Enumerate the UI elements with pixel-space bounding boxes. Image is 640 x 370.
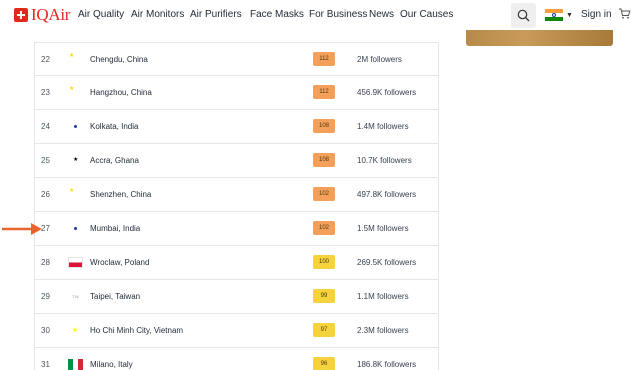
rank-number: 25 xyxy=(41,156,50,165)
city-link[interactable]: Wroclaw, Poland xyxy=(90,258,149,267)
city-link[interactable]: Hangzhou, China xyxy=(90,88,152,97)
followers-count: 497.8K followers xyxy=(357,190,417,199)
cart-icon[interactable] xyxy=(618,7,631,20)
table-row[interactable]: 27 Mumbai, India 102 1.5M followers xyxy=(35,212,438,246)
table-row[interactable]: 22 Chengdu, China 112 2M followers xyxy=(35,42,438,76)
logo-text: IQAir xyxy=(31,6,70,23)
rank-number: 22 xyxy=(41,55,50,64)
aqi-badge: 99 xyxy=(313,289,335,303)
rank-number: 27 xyxy=(41,224,50,233)
aqi-badge: 112 xyxy=(313,52,335,66)
followers-count: 1.5M followers xyxy=(357,224,409,233)
table-row[interactable]: 30 Ho Chi Minh City, Vietnam 97 2.3M follow… xyxy=(35,314,438,348)
it-flag-icon xyxy=(68,359,83,370)
followers-count: 456.9K followers xyxy=(357,88,417,97)
pl-flag-icon xyxy=(68,257,83,268)
rank-number: 29 xyxy=(41,292,50,301)
rank-number: 24 xyxy=(41,122,50,131)
iqair-logo[interactable]: IQAir xyxy=(14,6,70,23)
nav-air-monitors[interactable]: Air Monitors xyxy=(131,9,184,20)
rank-number: 30 xyxy=(41,326,50,335)
table-row[interactable]: 23 Hangzhou, China 112 456.9K followers xyxy=(35,76,438,110)
aqi-badge: 102 xyxy=(313,221,335,235)
city-link[interactable]: Taipei, Taiwan xyxy=(90,292,140,301)
rank-number: 28 xyxy=(41,258,50,267)
language-selector[interactable]: ▼ xyxy=(545,9,573,21)
search-button[interactable] xyxy=(511,3,536,28)
sign-in-link[interactable]: Sign in xyxy=(581,9,612,20)
table-row[interactable]: 28 Wroclaw, Poland 100 269.5K followers xyxy=(35,246,438,280)
table-row[interactable]: 26 Shenzhen, China 102 497.8K followers xyxy=(35,178,438,212)
nav-face-masks[interactable]: Face Masks xyxy=(250,9,304,20)
side-banner-image xyxy=(466,30,613,46)
nav-news[interactable]: News xyxy=(369,9,394,20)
aqi-badge: 102 xyxy=(313,187,335,201)
table-row[interactable]: 31 Milano, Italy 96 186.8K followers xyxy=(35,348,438,370)
logo-wordmark: IQAir xyxy=(31,5,71,24)
rank-number: 31 xyxy=(41,360,50,369)
city-link[interactable]: Ho Chi Minh City, Vietnam xyxy=(90,326,183,335)
aqi-badge: 112 xyxy=(313,85,335,99)
followers-count: 186.8K followers xyxy=(357,360,417,369)
india-flag-icon xyxy=(545,9,563,21)
followers-count: 269.5K followers xyxy=(357,258,417,267)
followers-count: 10.7K followers xyxy=(357,156,412,165)
swiss-flag-icon xyxy=(14,7,28,22)
followers-count: 2.3M followers xyxy=(357,326,409,335)
nav-our-causes[interactable]: Our Causes xyxy=(400,9,453,20)
nav-air-quality[interactable]: Air Quality xyxy=(78,9,124,20)
city-link[interactable]: Chengdu, China xyxy=(90,55,148,64)
aqi-badge: 100 xyxy=(313,255,335,269)
table-row[interactable]: 25 Accra, Ghana 108 10.7K followers xyxy=(35,144,438,178)
city-ranking-table: 22 Chengdu, China 112 2M followers 23 Hangzho… xyxy=(34,42,439,370)
nav-for-business[interactable]: For Business xyxy=(309,9,367,20)
nav-air-purifiers[interactable]: Air Purifiers xyxy=(190,9,242,20)
search-icon xyxy=(517,9,530,22)
followers-count: 1.1M followers xyxy=(357,292,409,301)
aqi-badge: 108 xyxy=(313,153,335,167)
rank-number: 26 xyxy=(41,190,50,199)
aqi-badge: 97 xyxy=(313,323,335,337)
table-row[interactable]: 29 TW Taipei, Taiwan 99 1.1M followers xyxy=(35,280,438,314)
city-link[interactable]: Shenzhen, China xyxy=(90,190,151,199)
followers-count: 1.4M followers xyxy=(357,122,409,131)
chevron-down-icon: ▼ xyxy=(566,11,573,19)
tw-flag-icon: TW xyxy=(72,294,79,299)
site-header: IQAir Air Quality Air Monitors Air Purif… xyxy=(0,0,640,30)
city-link[interactable]: Accra, Ghana xyxy=(90,156,139,165)
pointer-arrow-icon xyxy=(2,223,42,235)
city-link[interactable]: Mumbai, India xyxy=(90,224,140,233)
city-link[interactable]: Kolkata, India xyxy=(90,122,138,131)
aqi-badge: 96 xyxy=(313,357,335,370)
city-link[interactable]: Milano, Italy xyxy=(90,360,133,369)
rank-number: 23 xyxy=(41,88,50,97)
followers-count: 2M followers xyxy=(357,55,402,64)
table-row[interactable]: 24 Kolkata, India 108 1.4M followers xyxy=(35,110,438,144)
aqi-badge: 108 xyxy=(313,119,335,133)
